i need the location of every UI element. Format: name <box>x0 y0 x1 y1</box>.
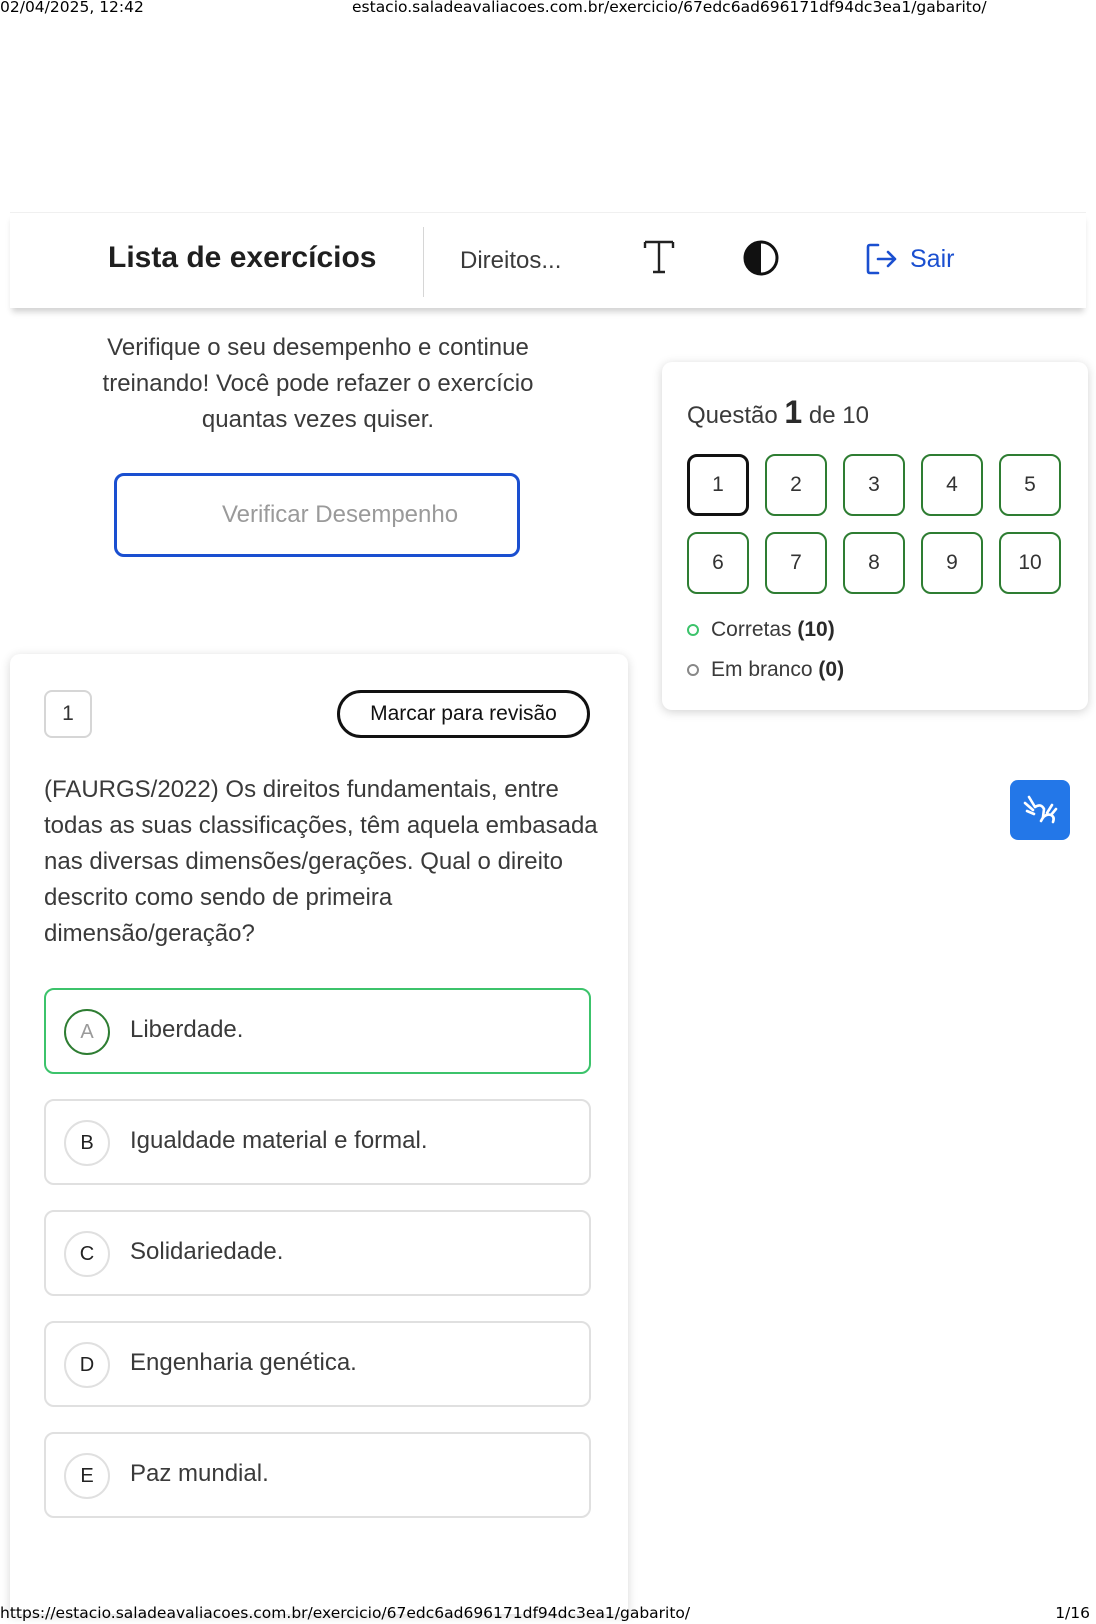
mark-for-review-button[interactable]: Marcar para revisão <box>337 690 590 738</box>
exit-button[interactable]: Sair <box>866 237 954 281</box>
question-nav-button[interactable]: 4 <box>921 454 983 516</box>
question-nav-button[interactable]: 8 <box>843 532 905 594</box>
answer-options: A Liberdade. B Igualdade material e form… <box>44 988 591 1543</box>
question-navigator: Questão 1 de 10 1 2 3 4 5 6 7 8 9 10 Cor… <box>662 362 1088 710</box>
option-text: Paz mundial. <box>130 1460 269 1487</box>
option-letter: A <box>64 1009 110 1055</box>
option-text: Liberdade. <box>130 1016 244 1043</box>
sign-language-icon <box>1023 795 1058 824</box>
answer-option-c[interactable]: C Solidariedade. <box>44 1210 591 1296</box>
option-letter: B <box>64 1120 110 1166</box>
legend-correct-count: (10) <box>797 618 835 641</box>
answer-option-b[interactable]: B Igualdade material e formal. <box>44 1099 591 1185</box>
question-statement: (FAURGS/2022) Os direitos fundamentais, … <box>44 776 598 947</box>
question-counter: Questão 1 de 10 <box>687 394 869 431</box>
legend-blank-count: (0) <box>818 658 845 681</box>
print-page-number: 1/16 <box>1055 1604 1090 1622</box>
question-counter-suffix: de 10 <box>808 402 869 429</box>
print-footer-url: https://estacio.saladeavaliacoes.com.br/… <box>0 1604 691 1622</box>
question-number: 1 <box>44 690 92 738</box>
option-letter: C <box>64 1231 110 1277</box>
option-text: Igualdade material e formal. <box>130 1127 428 1154</box>
contrast-icon[interactable] <box>742 239 780 277</box>
answer-option-e[interactable]: E Paz mundial. <box>44 1432 591 1518</box>
print-header: 02/04/2025, 12:42 estacio.saladeavaliaco… <box>0 0 1096 18</box>
performance-message: Verifique o seu desempenho e continue tr… <box>102 334 534 433</box>
page-title: Lista de exercícios <box>108 241 377 274</box>
legend-blank-label: Em branco <box>711 658 813 681</box>
question-nav-button[interactable]: 9 <box>921 532 983 594</box>
legend-correct: Corretas (10) <box>687 618 835 642</box>
option-text: Solidariedade. <box>130 1238 284 1265</box>
font-size-icon[interactable] <box>642 237 676 277</box>
top-bar: Lista de exercícios Direitos... Sair <box>10 212 1086 308</box>
correct-dot-icon <box>687 624 699 636</box>
verify-performance-label: Verificar Desempenho <box>221 501 459 528</box>
subject-name: Direitos... <box>460 247 562 274</box>
question-nav-button[interactable]: 3 <box>843 454 905 516</box>
question-nav-button[interactable]: 6 <box>687 532 749 594</box>
question-nav-button[interactable]: 10 <box>999 532 1061 594</box>
logout-icon <box>866 243 897 275</box>
blank-dot-icon <box>687 664 699 676</box>
question-grid: 1 2 3 4 5 6 7 8 9 10 <box>687 454 1061 594</box>
question-counter-current: 1 <box>784 394 803 430</box>
question-nav-button[interactable]: 5 <box>999 454 1061 516</box>
answer-option-a[interactable]: A Liberdade. <box>44 988 591 1074</box>
question-nav-button[interactable]: 2 <box>765 454 827 516</box>
question-nav-button[interactable]: 7 <box>765 532 827 594</box>
legend-blank: Em branco (0) <box>687 658 844 682</box>
question-card: 1 Marcar para revisão (FAURGS/2022) Os d… <box>10 654 628 1614</box>
answer-option-d[interactable]: D Engenharia genética. <box>44 1321 591 1407</box>
option-letter: D <box>64 1342 110 1388</box>
question-nav-button[interactable]: 1 <box>687 454 749 516</box>
print-url: estacio.saladeavaliacoes.com.br/exercici… <box>352 0 987 16</box>
sign-language-button[interactable] <box>1010 780 1070 840</box>
print-footer: https://estacio.saladeavaliacoes.com.br/… <box>0 1604 1096 1624</box>
verify-performance-button[interactable]: Verificar Desempenho <box>114 473 520 557</box>
header-divider <box>423 227 424 297</box>
print-datetime: 02/04/2025, 12:42 <box>0 0 144 16</box>
exit-label: Sair <box>910 244 955 273</box>
option-text: Engenharia genética. <box>130 1349 357 1376</box>
legend-correct-label: Corretas <box>711 618 792 641</box>
option-letter: E <box>64 1453 110 1499</box>
question-counter-prefix: Questão <box>687 402 778 429</box>
